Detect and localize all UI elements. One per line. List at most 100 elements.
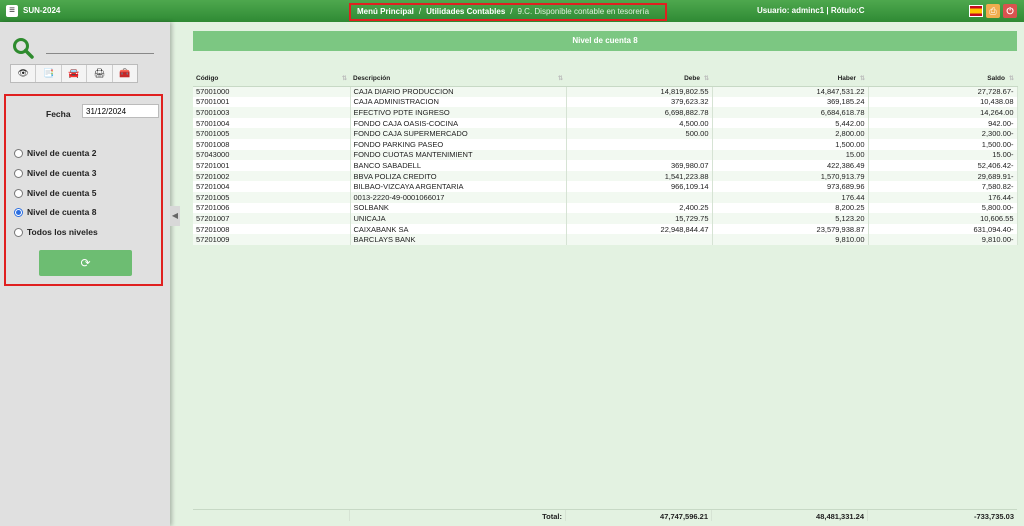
breadcrumb-menu-principal[interactable]: Menú Principal: [357, 7, 414, 16]
radio-button[interactable]: [14, 207, 23, 217]
cell-descripcion: UNICAJA: [350, 213, 567, 224]
cell-debe: [566, 149, 713, 161]
column-header-debe[interactable]: Debe ⇅: [566, 71, 712, 87]
table-row[interactable]: 57001004 FONDO CAJA OASIS-COCINA 4,500.00 5…: [193, 117, 1018, 129]
app-name: SUN-2024: [23, 6, 61, 15]
cell-descripcion: BANCO SABADELL: [350, 160, 567, 171]
printer-icon[interactable]: 🖨: [87, 65, 113, 82]
cell-debe: 2,400.25: [566, 202, 713, 214]
cell-debe: [566, 234, 713, 245]
cell-haber: 9,810.00: [712, 234, 869, 245]
radio-label: Nivel de cuenta 8: [27, 207, 97, 217]
table-row[interactable]: 57043000 FONDO CUOTAS MANTENIMIENT 15.00 15…: [193, 149, 1018, 161]
printer-icon: ⎙: [989, 6, 997, 16]
radio-nivel-8[interactable]: Nivel de cuenta 8: [14, 207, 96, 217]
radio-nivel-5[interactable]: Nivel de cuenta 5: [14, 188, 96, 198]
cell-saldo: 29,689.91-: [868, 170, 1018, 182]
radio-label: Nivel de cuenta 3: [27, 168, 97, 178]
cell-saldo: 14,264.00: [868, 107, 1018, 118]
radio-todos-niveles[interactable]: Todos los niveles: [14, 227, 98, 237]
column-header-descripcion[interactable]: Descripción ⇅: [350, 71, 566, 87]
sort-icon: ⇅: [341, 76, 347, 82]
radio-label: Nivel de cuenta 2: [27, 148, 97, 158]
cell-codigo: 57001003: [193, 107, 351, 118]
table-row[interactable]: 57001005 FONDO CAJA SUPERMERCADO 500.00 2,8…: [193, 128, 1018, 139]
cell-haber: 6,684,618.78: [712, 107, 869, 118]
fecha-input[interactable]: [82, 104, 159, 118]
radio-label: Todos los niveles: [27, 227, 98, 237]
power-icon: ⏻: [1006, 6, 1014, 16]
cell-saldo: 7,580.82-: [868, 181, 1018, 192]
table-row[interactable]: 57201008 CAIXABANK SA 22,948,844.47 23,579,…: [193, 223, 1018, 235]
cell-saldo: 1,500.00-: [868, 138, 1018, 150]
cell-saldo: 15.00-: [868, 149, 1018, 161]
radio-button[interactable]: [14, 188, 23, 198]
cell-haber: 5,442.00: [712, 117, 869, 129]
cell-descripcion: FONDO PARKING PASEO: [350, 138, 567, 150]
table-row[interactable]: 57201006 SOLBANK 2,400.25 8,200.25 5,800.00-: [193, 202, 1018, 214]
cell-debe: 4,500.00: [566, 117, 713, 129]
spain-flag-icon[interactable]: [969, 5, 983, 17]
breadcrumb-current-page: 9.C. Disponible contable en tesorería: [517, 7, 650, 16]
toolbox-icon[interactable]: 🧰: [113, 65, 137, 82]
cell-descripcion: 0013-2220-49-0001066017: [350, 191, 567, 203]
cell-descripcion: SOLBANK: [350, 202, 567, 214]
radio-nivel-3[interactable]: Nivel de cuenta 3: [14, 168, 96, 178]
cell-descripcion: FONDO CAJA OASIS-COCINA: [350, 117, 567, 129]
documents-icon[interactable]: 📑: [36, 65, 62, 82]
cell-codigo: 57001001: [193, 96, 351, 108]
radio-button[interactable]: [14, 227, 23, 237]
cell-descripcion: BARCLAYS BANK: [350, 234, 567, 245]
cell-codigo: 57201008: [193, 223, 351, 235]
chevron-left-icon: ◀: [171, 211, 179, 220]
search-input[interactable]: [46, 53, 154, 54]
cell-descripcion: CAJA DIARIO PRODUCCION: [350, 86, 567, 97]
table-header-row: Código ⇅ Descripción ⇅ Debe ⇅ Haber ⇅ Saldo ⇅: [193, 71, 1017, 87]
cell-saldo: 10,438.08: [868, 96, 1018, 108]
cell-descripcion: FONDO CUOTAS MANTENIMIENT: [350, 149, 567, 161]
table-row[interactable]: 57201002 BBVA POLIZA CREDITO 1,541,223.88 1…: [193, 170, 1018, 182]
table-row[interactable]: 57001001 CAJA ADMINISTRACION 379,623.32 369…: [193, 96, 1018, 108]
car-icon[interactable]: 🚘: [62, 65, 88, 82]
cell-codigo: 57201009: [193, 234, 351, 245]
refresh-button[interactable]: ⟳: [39, 250, 132, 276]
cell-codigo: 57001000: [193, 86, 351, 97]
cell-codigo: 57001008: [193, 138, 351, 150]
column-header-codigo[interactable]: Código ⇅: [193, 71, 350, 87]
cell-debe: 1,541,223.88: [566, 170, 713, 182]
table-row[interactable]: 57001000 CAJA DIARIO PRODUCCION 14,819,802…: [193, 86, 1018, 97]
page-title: Nivel de cuenta 8: [193, 31, 1017, 51]
total-saldo: -733,735.03: [973, 512, 1014, 521]
cell-haber: 2,800.00: [712, 128, 869, 139]
eye-icon[interactable]: 👁: [11, 65, 37, 82]
column-header-haber[interactable]: Haber ⇅: [712, 71, 868, 87]
cell-codigo: 57201007: [193, 213, 351, 224]
filter-panel: Fecha Nivel de cuenta 2 Nivel de cuenta …: [4, 94, 163, 286]
breadcrumb-utilidades-contables[interactable]: Utilidades Contables: [426, 7, 505, 16]
table-row[interactable]: 57201004 BILBAO-VIZCAYA ARGENTARIA 966,109…: [193, 181, 1018, 192]
search-icon[interactable]: [12, 37, 34, 59]
table-row[interactable]: 57001003 EFECTIVO PDTE INGRESO 6,698,882.7…: [193, 107, 1018, 118]
refresh-icon: ⟳: [80, 256, 91, 270]
radio-button[interactable]: [14, 168, 23, 178]
collapse-sidebar-handle[interactable]: ◀: [170, 206, 180, 226]
logout-button[interactable]: ⏻: [1003, 4, 1017, 18]
table-row[interactable]: 57201001 BANCO SABADELL 369,980.07 422,386.…: [193, 160, 1018, 171]
cell-haber: 176.44: [712, 191, 869, 203]
table-row[interactable]: 57001008 FONDO PARKING PASEO 1,500.00 1,500…: [193, 138, 1018, 150]
print-button[interactable]: ⎙: [986, 4, 1000, 18]
cell-debe: [566, 191, 713, 203]
cell-debe: 500.00: [566, 128, 713, 139]
accounts-table: Código ⇅ Descripción ⇅ Debe ⇅ Haber ⇅ Saldo ⇅…: [193, 71, 1018, 261]
table-row[interactable]: 57201005 0013-2220-49-0001066017 176.44 176…: [193, 191, 1018, 203]
radio-nivel-2[interactable]: Nivel de cuenta 2: [14, 148, 96, 158]
hamburger-menu-icon[interactable]: ≡: [6, 5, 18, 17]
table-row[interactable]: 57201007 UNICAJA 15,729.75 5,123.20 10,606.5…: [193, 213, 1018, 224]
cell-codigo: 57201006: [193, 202, 351, 214]
cell-haber: 23,579,938.87: [712, 223, 869, 235]
column-header-saldo[interactable]: Saldo ⇅: [868, 71, 1017, 87]
totals-empty-cell: [193, 510, 350, 521]
total-haber: 48,481,331.24: [712, 510, 868, 521]
radio-button[interactable]: [14, 148, 23, 158]
table-row[interactable]: 57201009 BARCLAYS BANK 9,810.00 9,810.00-: [193, 234, 1018, 245]
